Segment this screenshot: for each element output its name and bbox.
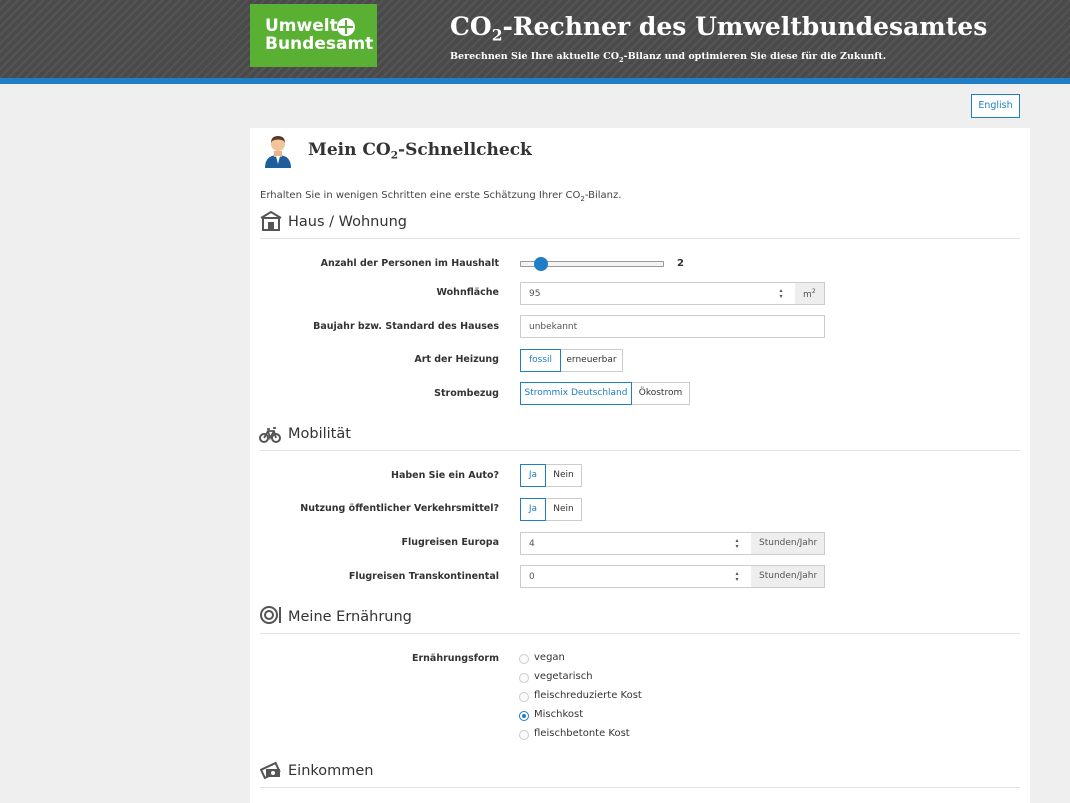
- public-transport-option-no[interactable]: Nein: [545, 498, 582, 521]
- year-select[interactable]: unbekannt: [520, 315, 825, 338]
- header-accent-strip: [0, 78, 1070, 84]
- language-button[interactable]: English: [971, 94, 1020, 118]
- bicycle-icon: [259, 427, 281, 443]
- area-unit: m2: [795, 282, 825, 305]
- car-option-yes[interactable]: Ja: [520, 464, 546, 487]
- radio-label: vegetarisch: [534, 671, 593, 682]
- radio-button[interactable]: [519, 730, 529, 740]
- area-input[interactable]: 95: [520, 282, 796, 305]
- logo-leaf-icon: [337, 18, 355, 36]
- section-title-food: Meine Ernährung: [288, 609, 412, 625]
- flights-europe-input[interactable]: 4: [520, 532, 752, 555]
- section-divider: [260, 238, 1020, 239]
- area-spinner-icon[interactable]: ▴ ▾: [777, 288, 785, 300]
- section-title-income: Einkommen: [288, 763, 374, 779]
- radio-label: fleischbetonte Kost: [534, 728, 630, 739]
- page-title: Mein CO2-Schnellcheck: [308, 140, 532, 162]
- section-divider: [260, 450, 1020, 451]
- public-transport-option-yes[interactable]: Ja: [520, 498, 546, 521]
- area-label: Wohnfläche: [436, 287, 499, 298]
- radio-label: Mischkost: [534, 709, 584, 720]
- power-option-green[interactable]: Ökostrom: [631, 382, 690, 405]
- car-option-no[interactable]: Nein: [545, 464, 582, 487]
- flights-trans-spinner-icon[interactable]: ▴ ▾: [733, 571, 741, 583]
- public-transport-label: Nutzung öffentlicher Verkehrsmittel?: [300, 503, 499, 514]
- radio-label: fleischreduzierte Kost: [534, 690, 642, 701]
- site-subtitle: Berechnen Sie Ihre aktuelle CO2-Bilanz u…: [450, 51, 887, 64]
- power-label: Strombezug: [434, 388, 499, 399]
- car-label: Haben Sie ein Auto?: [391, 470, 499, 481]
- section-title-house: Haus / Wohnung: [288, 214, 407, 230]
- money-icon: [260, 761, 281, 780]
- house-icon: [260, 211, 282, 231]
- radio-button[interactable]: [519, 692, 529, 702]
- site-title: CO2-Rechner des Umweltbundesamtes: [450, 12, 988, 45]
- logo-line-2: Bundesamt: [265, 34, 374, 54]
- flights-europe-label: Flugreisen Europa: [401, 537, 499, 548]
- heating-label: Art der Heizung: [414, 354, 499, 365]
- avatar-icon: [265, 136, 291, 168]
- heating-option-renewable[interactable]: erneuerbar: [560, 349, 623, 372]
- intro-text: Erhalten Sie in wenigen Schritten eine e…: [260, 190, 622, 203]
- heating-option-fossil[interactable]: fossil: [520, 349, 561, 372]
- year-label: Baujahr bzw. Standard des Hauses: [313, 321, 499, 332]
- section-divider: [260, 633, 1020, 634]
- flights-trans-unit: Stunden/Jahr: [751, 565, 825, 588]
- logo-line-1: Umwelt: [265, 16, 338, 36]
- diet-label: Ernährungsform: [411, 653, 499, 664]
- section-title-mobility: Mobilität: [288, 426, 351, 442]
- radio-button[interactable]: [519, 654, 529, 664]
- persons-value: 2: [677, 258, 684, 269]
- plate-icon: [260, 606, 281, 624]
- section-divider: [260, 787, 1020, 788]
- flights-trans-label: Flugreisen Transkontinental: [348, 571, 499, 582]
- uba-logo[interactable]: Umwelt Bundesamt: [250, 4, 377, 67]
- radio-button-checked[interactable]: [519, 711, 529, 721]
- persons-label: Anzahl der Personen im Haushalt: [320, 258, 499, 269]
- flights-trans-input[interactable]: 0: [520, 565, 752, 588]
- power-option-mix[interactable]: Strommix Deutschland: [520, 382, 632, 405]
- radio-label: vegan: [534, 652, 565, 663]
- radio-button[interactable]: [519, 673, 529, 683]
- flights-europe-unit: Stunden/Jahr: [751, 532, 825, 555]
- flights-europe-spinner-icon[interactable]: ▴ ▾: [733, 538, 741, 550]
